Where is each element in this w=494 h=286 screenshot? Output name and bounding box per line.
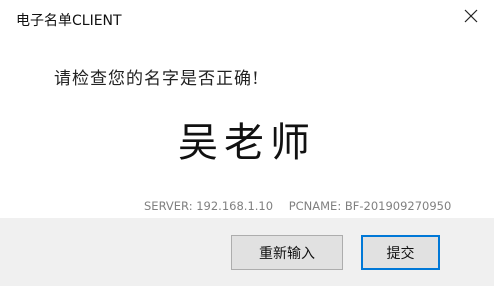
close-icon: [464, 9, 478, 23]
pc-name: PCNAME: BF-201909270950: [288, 199, 452, 213]
user-name: 吴老师: [178, 120, 316, 166]
close-button[interactable]: [458, 3, 484, 29]
window-title: 电子名单CLIENT: [16, 13, 122, 29]
confirm-prompt: 请检查您的名字是否正确!: [54, 69, 260, 89]
button-bar: 重新输入 提交: [0, 218, 494, 286]
submit-button[interactable]: 提交: [361, 235, 440, 270]
reenter-button[interactable]: 重新输入: [231, 235, 343, 270]
connection-info: SERVER: 192.168.1.10 PCNAME: BF-20190927…: [144, 199, 451, 213]
server-address: SERVER: 192.168.1.10: [144, 199, 274, 213]
title-bar: 电子名单CLIENT: [0, 0, 494, 40]
dialog-window: 电子名单CLIENT 请检查您的名字是否正确! 吴老师 SERVER: 192.…: [0, 0, 494, 286]
